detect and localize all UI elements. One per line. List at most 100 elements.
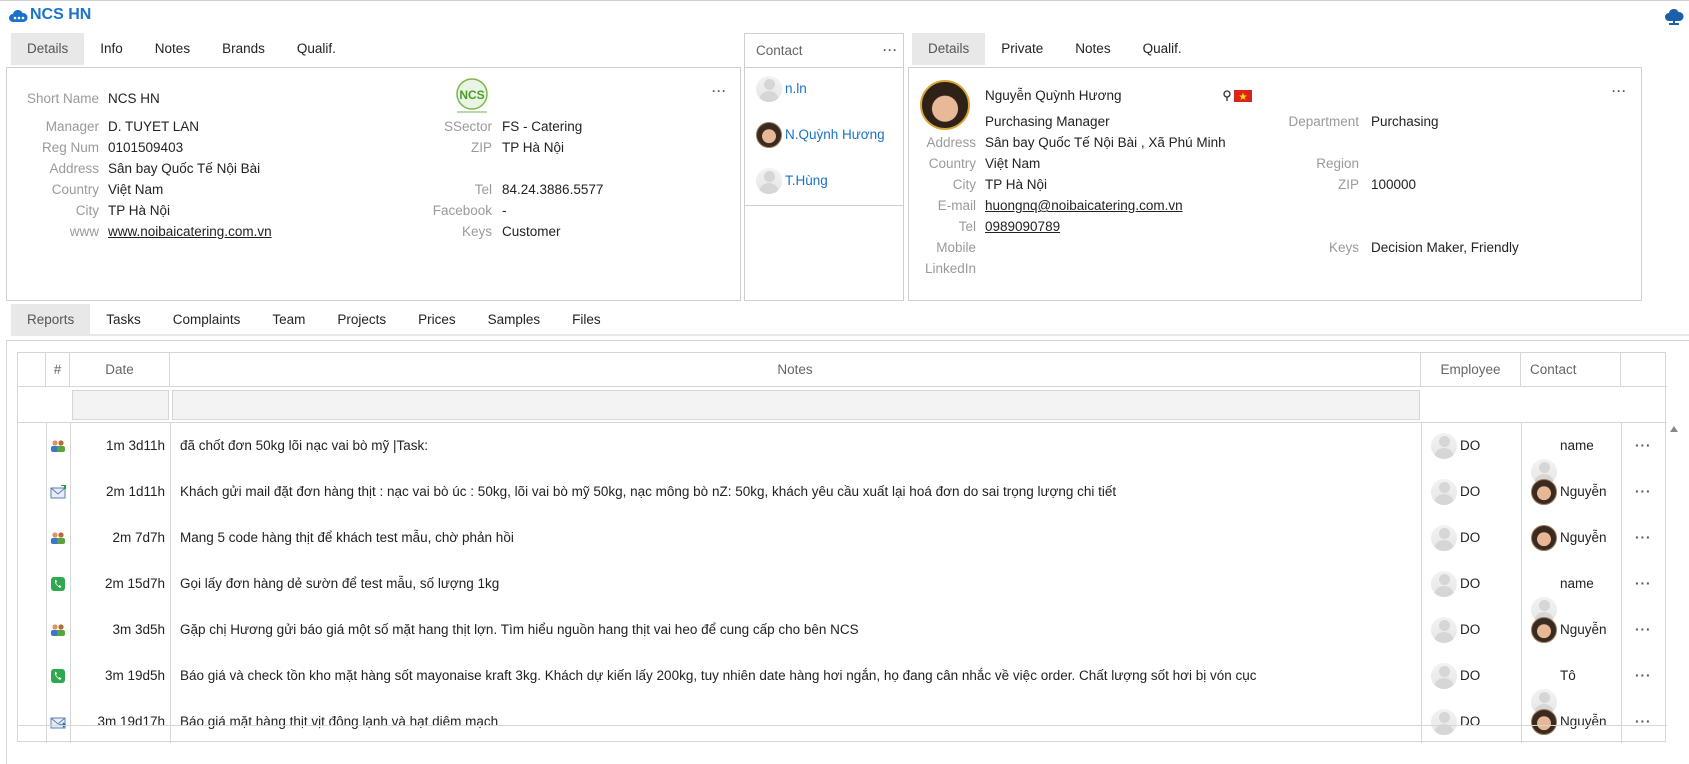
row-more-button[interactable]: ··· [1635,607,1652,653]
person-mobile-label: Mobile [936,240,976,255]
cloud-icon [9,9,28,22]
row-contact: Nguyễn [1560,714,1607,729]
col-contact[interactable]: Contact [1521,353,1621,387]
person-country-value: Việt Nam [985,156,1041,171]
table-row[interactable]: 2m 7d7h Mang 5 code hàng thịt để khách t… [18,515,1667,561]
tab-person-private[interactable]: Private [985,33,1059,65]
tab-person-qualif[interactable]: Qualif. [1127,33,1198,65]
tab-reports[interactable]: Reports [11,304,91,334]
row-note: Khách gửi mail đặt đơn hàng thịt : nạc v… [180,484,1117,499]
person-title: Purchasing Manager [985,114,1110,129]
tab-team[interactable]: Team [256,304,321,334]
reg-num-label: Reg Num [41,140,99,155]
row-date: 3m 3d5h [112,622,165,637]
contact-avatar [1531,525,1557,551]
person-address-value: Sân bay Quốc Tế Nội Bài , Xã Phú Minh [985,135,1226,150]
tab-company-qualif[interactable]: Qualif. [281,33,352,65]
row-contact: Nguyễn [1560,622,1607,637]
short-name-label: Short Name [26,91,99,106]
contact-avatar [1531,617,1557,643]
row-more-button[interactable]: ··· [1635,423,1652,469]
tab-company-info[interactable]: Info [84,33,139,65]
filter-row [18,387,1667,423]
phone-icon [51,669,65,683]
employee-avatar [1431,433,1457,459]
row-date: 3m 19d17h [97,714,165,729]
email-out-icon [50,717,66,729]
employee-avatar [1431,571,1457,597]
table-row[interactable]: 2m 1d11h Khách gửi mail đặt đơn hàng thị… [18,469,1667,515]
cloud-sync-icon[interactable] [1664,8,1684,26]
date-filter-input[interactable] [72,390,169,420]
city-value: TP Hà Nội [108,203,171,218]
contact-name[interactable]: T.Hùng [785,173,828,188]
col-employee[interactable]: Employee [1421,353,1521,387]
row-more-button[interactable]: ··· [1635,469,1652,515]
person-tel-link[interactable]: 0989090789 [985,219,1060,234]
row-contact: name [1560,576,1594,591]
tab-prices[interactable]: Prices [402,304,472,334]
contact-name[interactable]: N.Quỳnh Hương [785,127,885,142]
contacts-more-button[interactable]: ··· [883,43,898,57]
manager-label: Manager [45,119,99,134]
employee-avatar [1431,709,1457,735]
col-num[interactable]: # [46,353,70,387]
tab-person-details[interactable]: Details [912,33,986,65]
tab-samples[interactable]: Samples [472,304,557,334]
scroll-up-icon[interactable] [1667,424,1681,434]
contact-item[interactable]: n.ln [756,74,896,104]
grid-header: # Date Notes Employee Contact [18,353,1667,387]
table-row[interactable]: 3m 19d5h Báo giá và check tồn kho mặt hà… [18,653,1667,715]
tab-person-notes[interactable]: Notes [1059,33,1126,65]
person-email-link[interactable]: huongnq@noibaicatering.com.vn [985,198,1183,213]
grid-scrollbar[interactable] [1667,422,1681,742]
reports-grid: # Date Notes Employee Contact 1m 3d11h đ… [17,352,1667,745]
contact-item[interactable]: T.Hùng [756,166,896,196]
contact-item[interactable]: N.Quỳnh Hương [756,120,901,150]
contact-avatar [756,122,782,148]
person-name: Nguyễn Quỳnh Hương [985,88,1122,103]
col-date[interactable]: Date [70,353,170,387]
table-row[interactable]: 3m 19d17h Báo giá mặt hàng thịt vịt đông… [18,699,1667,745]
col-notes[interactable]: Notes [170,353,1421,387]
col-select [18,353,46,387]
grid-bottom-divider [18,725,1667,726]
row-note: Gọi lấy đơn hàng dẻ sườn để test mẫu, số… [180,576,500,591]
reg-num-value: 0101509403 [108,140,184,155]
meeting-icon [51,440,65,452]
row-more-button[interactable]: ··· [1635,561,1652,607]
person-more-button[interactable]: ··· [1612,84,1627,98]
tab-files[interactable]: Files [556,304,617,334]
region-label: Region [1316,156,1359,171]
app-title: NCS HN [30,6,92,23]
tab-company-details[interactable]: Details [11,33,85,65]
tab-tasks[interactable]: Tasks [90,304,157,334]
row-more-button[interactable]: ··· [1635,653,1652,699]
table-row[interactable]: 3m 3d5h Gặp chị Hương gửi báo giá một số… [18,607,1667,653]
company-more-button[interactable]: ··· [712,84,727,98]
contacts-list: n.ln N.Quỳnh Hương T.Hùng [745,68,903,206]
tab-projects[interactable]: Projects [321,304,402,334]
address-value: Sân bay Quốc Tế Nội Bài [108,161,261,176]
facebook-label: Facebook [432,203,492,218]
table-row[interactable]: 1m 3d11h đã chốt đơn 50kg lõi nạc vai bò… [18,423,1667,485]
contact-name[interactable]: n.ln [785,81,807,96]
row-more-button[interactable]: ··· [1635,699,1652,745]
tab-complaints[interactable]: Complaints [157,304,257,334]
table-row[interactable]: 2m 15d7h Gọi lấy đơn hàng dẻ sườn để tes… [18,561,1667,623]
employee-avatar [1431,525,1457,551]
person-zip-value: 100000 [1371,177,1417,192]
website-link[interactable]: www.noibaicatering.com.vn [108,224,272,239]
tab-company-brands[interactable]: Brands [206,33,281,65]
row-employee: DO [1460,576,1481,591]
www-label: www [69,224,99,239]
person-keys-label: Keys [1328,240,1359,255]
person-keys-value: Decision Maker, Friendly [1371,240,1519,255]
row-contact: Nguyễn [1560,530,1607,545]
row-contact: Nguyễn [1560,484,1607,499]
person-linkedin-label: LinkedIn [924,261,976,276]
notes-filter-input[interactable] [172,390,1420,420]
row-more-button[interactable]: ··· [1635,515,1652,561]
contact-avatar [756,168,782,194]
tab-company-notes[interactable]: Notes [139,33,206,65]
